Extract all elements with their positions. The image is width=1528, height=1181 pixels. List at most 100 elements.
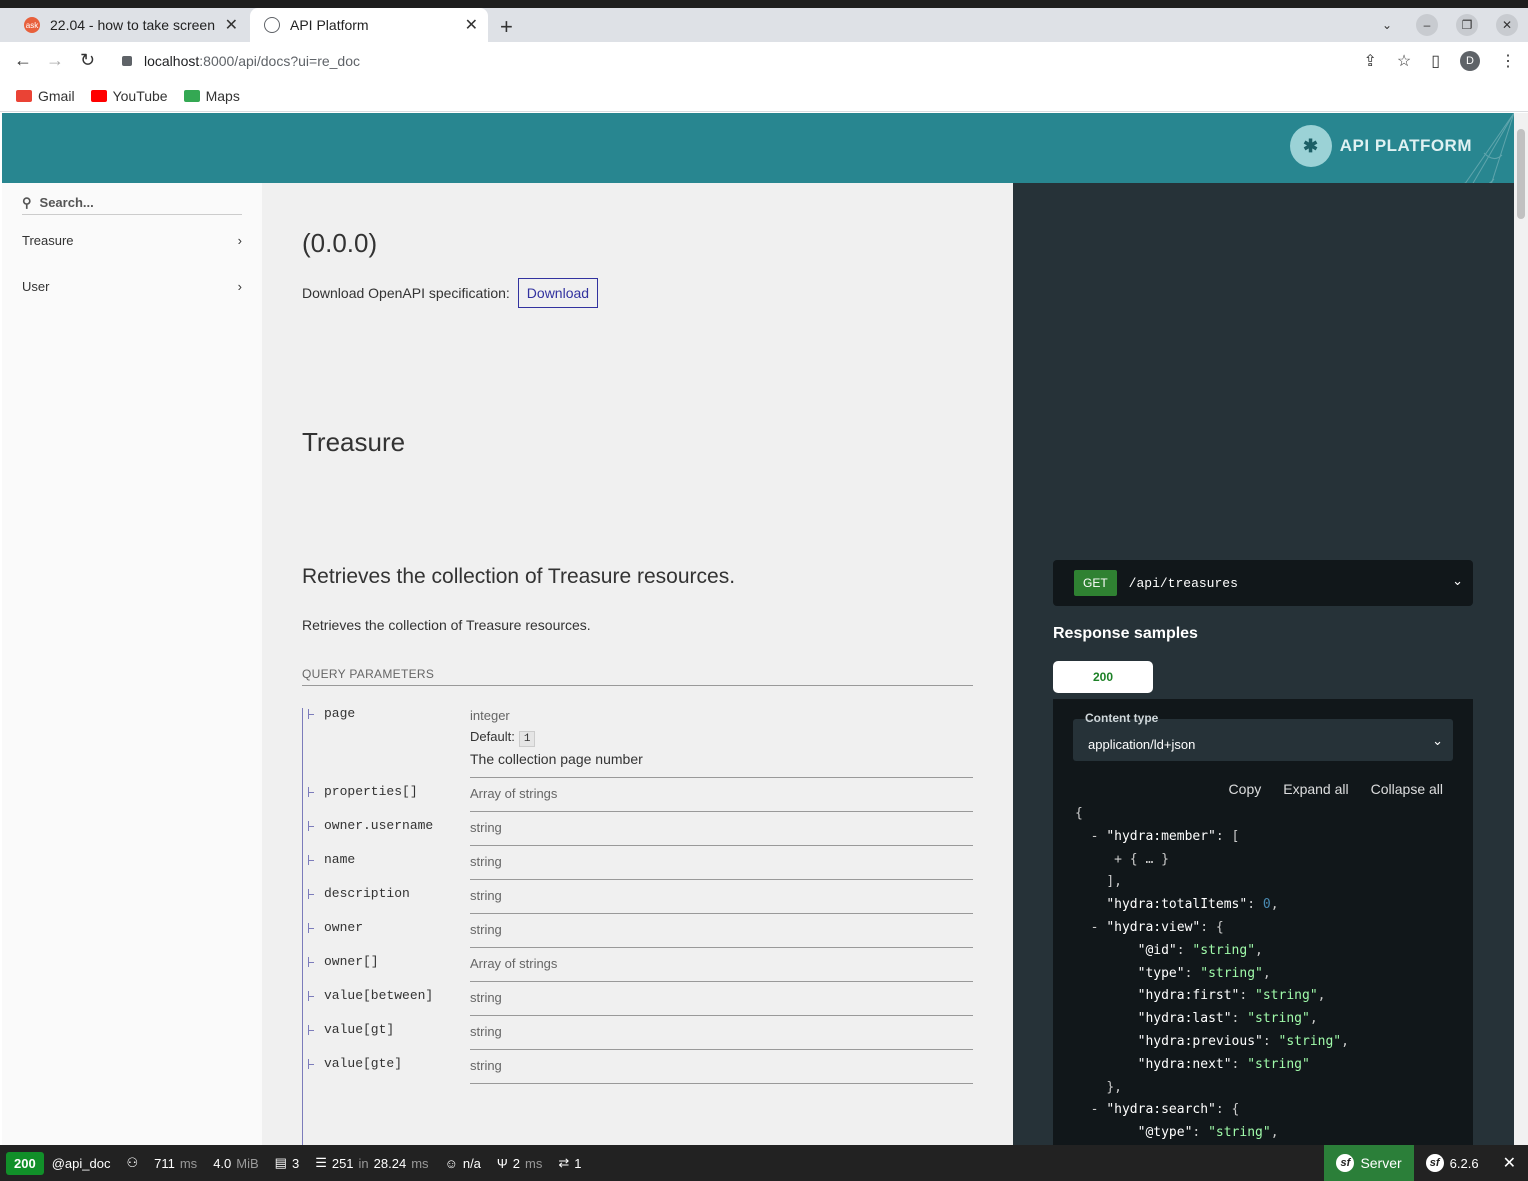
param-row: properties[] Array of strings xyxy=(302,778,973,812)
cache-calls: 251 xyxy=(331,1155,354,1171)
endpoint-path: /api/treasures xyxy=(1128,575,1238,591)
search-icon: ⚲ xyxy=(22,194,32,210)
collapse-all-button[interactable]: Collapse all xyxy=(1371,781,1443,797)
response-status-badge[interactable]: 200 xyxy=(6,1151,44,1175)
requests-metric[interactable]: ▤ 3 xyxy=(275,1155,300,1171)
bookmark-label: Gmail xyxy=(38,87,75,104)
server-button[interactable]: sf Server xyxy=(1324,1145,1414,1181)
symfony-debug-toolbar: 200 @api_doc ⚇ 711 ms 4.0 MiB ▤ 3 ☰ 251 in 28.… xyxy=(0,1145,1528,1181)
scrollbar-thumb[interactable] xyxy=(1517,129,1525,219)
page-viewport: ✱ API PLATFORM ⚲ Search... Treasure › Us… xyxy=(2,113,1514,1145)
param-row: value[between] string xyxy=(302,982,973,1016)
search-input[interactable]: Search... xyxy=(40,195,94,210)
user-metric[interactable]: ☺ n/a xyxy=(445,1156,481,1171)
cache-unit: ms xyxy=(411,1155,429,1171)
close-tab-icon[interactable]: ✕ xyxy=(225,15,238,35)
param-type: Array of strings xyxy=(470,786,558,801)
copy-button[interactable]: Copy xyxy=(1229,781,1262,797)
share-icon[interactable]: ⇪ xyxy=(1363,51,1376,71)
chevron-down-icon: ⌄ xyxy=(1452,573,1463,588)
api-platform-toolbar-icon[interactable]: ⚇ xyxy=(126,1155,138,1171)
restore-icon[interactable]: ❐ xyxy=(1456,14,1478,36)
param-default: Default: 1 xyxy=(470,729,973,747)
askubuntu-favicon-icon: ask xyxy=(24,17,40,33)
new-tab-icon[interactable]: + xyxy=(500,14,513,40)
browser-menu-icon[interactable]: ⋮ xyxy=(1500,51,1516,71)
download-row: Download OpenAPI specification: Download xyxy=(302,278,599,308)
http-method-badge: GET xyxy=(1074,570,1117,596)
brand-name: API PLATFORM xyxy=(1339,136,1472,155)
youtube-icon xyxy=(90,89,107,102)
operation-description: Retrieves the collection of Treasure res… xyxy=(302,617,591,633)
param-name: value[gte] xyxy=(302,1050,470,1084)
twig-metric[interactable]: Ψ 2 ms xyxy=(497,1156,542,1171)
close-window-icon[interactable]: ✕ xyxy=(1496,14,1518,36)
page-scrollbar[interactable] xyxy=(1514,113,1528,1181)
tab-search-chevron-icon[interactable]: ⌄ xyxy=(1376,14,1398,36)
memory-value: 4.0 xyxy=(213,1155,232,1171)
sidebar-item-treasure[interactable]: Treasure › xyxy=(22,233,242,248)
symfony-icon: sf xyxy=(1425,1154,1444,1172)
route-label: @api_doc xyxy=(51,1155,111,1171)
param-type: string xyxy=(470,990,502,1005)
close-tab-icon[interactable]: ✕ xyxy=(465,15,478,35)
browser-tab-askubuntu[interactable]: ask 22.04 - how to take screen ✕ xyxy=(10,8,248,42)
route-name[interactable]: @api_doc xyxy=(52,1156,111,1171)
chevron-down-icon: ⌄ xyxy=(1432,733,1443,748)
time-unit: ms xyxy=(179,1155,198,1171)
param-row: description string xyxy=(302,880,973,914)
http-calls: 1 xyxy=(574,1155,582,1171)
symfony-version[interactable]: sf 6.2.6 xyxy=(1414,1154,1491,1172)
default-label: Default: xyxy=(470,729,515,744)
search-box[interactable]: ⚲ Search... xyxy=(22,191,242,215)
bookmark-star-icon[interactable]: ☆ xyxy=(1397,51,1411,71)
bookmark-gmail[interactable]: Gmail xyxy=(16,88,75,104)
endpoint-toggle[interactable]: GET /api/treasures ⌄ xyxy=(1053,560,1473,606)
browser-tab-api-platform[interactable]: API Platform ✕ xyxy=(250,8,488,42)
back-arrow-icon[interactable]: ← xyxy=(14,50,32,71)
memory-metric[interactable]: 4.0 MiB xyxy=(213,1156,258,1171)
layers-icon: ☰ xyxy=(315,1155,327,1170)
http-client-metric[interactable]: ⇄ 1 xyxy=(558,1155,581,1171)
content-type-select[interactable]: application/ld+json ⌄ xyxy=(1073,719,1453,761)
profile-avatar[interactable]: D xyxy=(1460,51,1480,71)
query-params-title: QUERY PARAMETERS xyxy=(302,667,973,686)
side-panel-icon[interactable]: ▯ xyxy=(1431,51,1440,71)
param-row: owner[] Array of strings xyxy=(302,948,973,982)
sidebar: ⚲ Search... Treasure › User › xyxy=(2,183,262,1145)
reload-icon[interactable]: ↻ xyxy=(80,50,95,71)
param-name: description xyxy=(302,880,470,914)
expand-all-button[interactable]: Expand all xyxy=(1283,781,1348,797)
close-toolbar-icon[interactable]: ✕ xyxy=(1491,1153,1528,1173)
param-name: name xyxy=(302,846,470,880)
param-type: string xyxy=(470,1058,502,1073)
param-name: owner[] xyxy=(302,948,470,982)
time-metric[interactable]: 711 ms xyxy=(154,1156,197,1171)
main-content: (0.0.0) Download OpenAPI specification: … xyxy=(262,183,1013,1145)
cache-metric[interactable]: ☰ 251 in 28.24 ms xyxy=(315,1155,428,1171)
status-tab-200[interactable]: 200 xyxy=(1053,661,1153,693)
json-sample: { - "hydra:member": [ + { … } ], "hydra:… xyxy=(1075,806,1349,1141)
sidebar-item-user[interactable]: User › xyxy=(22,279,242,294)
minimize-icon[interactable]: – xyxy=(1416,14,1438,36)
param-name: value[between] xyxy=(302,982,470,1016)
param-row: value[gte] string xyxy=(302,1050,973,1084)
api-version: (0.0.0) xyxy=(302,228,378,258)
sidebar-item-label: Treasure xyxy=(22,233,74,248)
download-button[interactable]: Download xyxy=(517,278,599,308)
lock-icon xyxy=(122,56,132,66)
forward-arrow-icon[interactable]: → xyxy=(46,50,64,71)
operation-title: Retrieves the collection of Treasure res… xyxy=(302,565,736,588)
url-field[interactable]: localhost:8000/api/docs?ui=re_doc xyxy=(112,46,1392,76)
param-type: string xyxy=(470,922,502,937)
api-platform-logo[interactable]: ✱ API PLATFORM xyxy=(1289,125,1472,167)
bookmark-maps[interactable]: Maps xyxy=(183,88,240,104)
window-controls: ⌄ – ❐ ✕ xyxy=(1376,14,1518,36)
user-icon: ☺ xyxy=(444,1155,458,1171)
url-host: localhost xyxy=(144,53,200,69)
bookmark-youtube[interactable]: YouTube xyxy=(90,87,168,104)
bookmark-label: YouTube xyxy=(112,87,168,104)
globe-icon xyxy=(264,17,280,33)
twig-time: 2 xyxy=(512,1155,521,1171)
default-value: 1 xyxy=(518,731,536,747)
